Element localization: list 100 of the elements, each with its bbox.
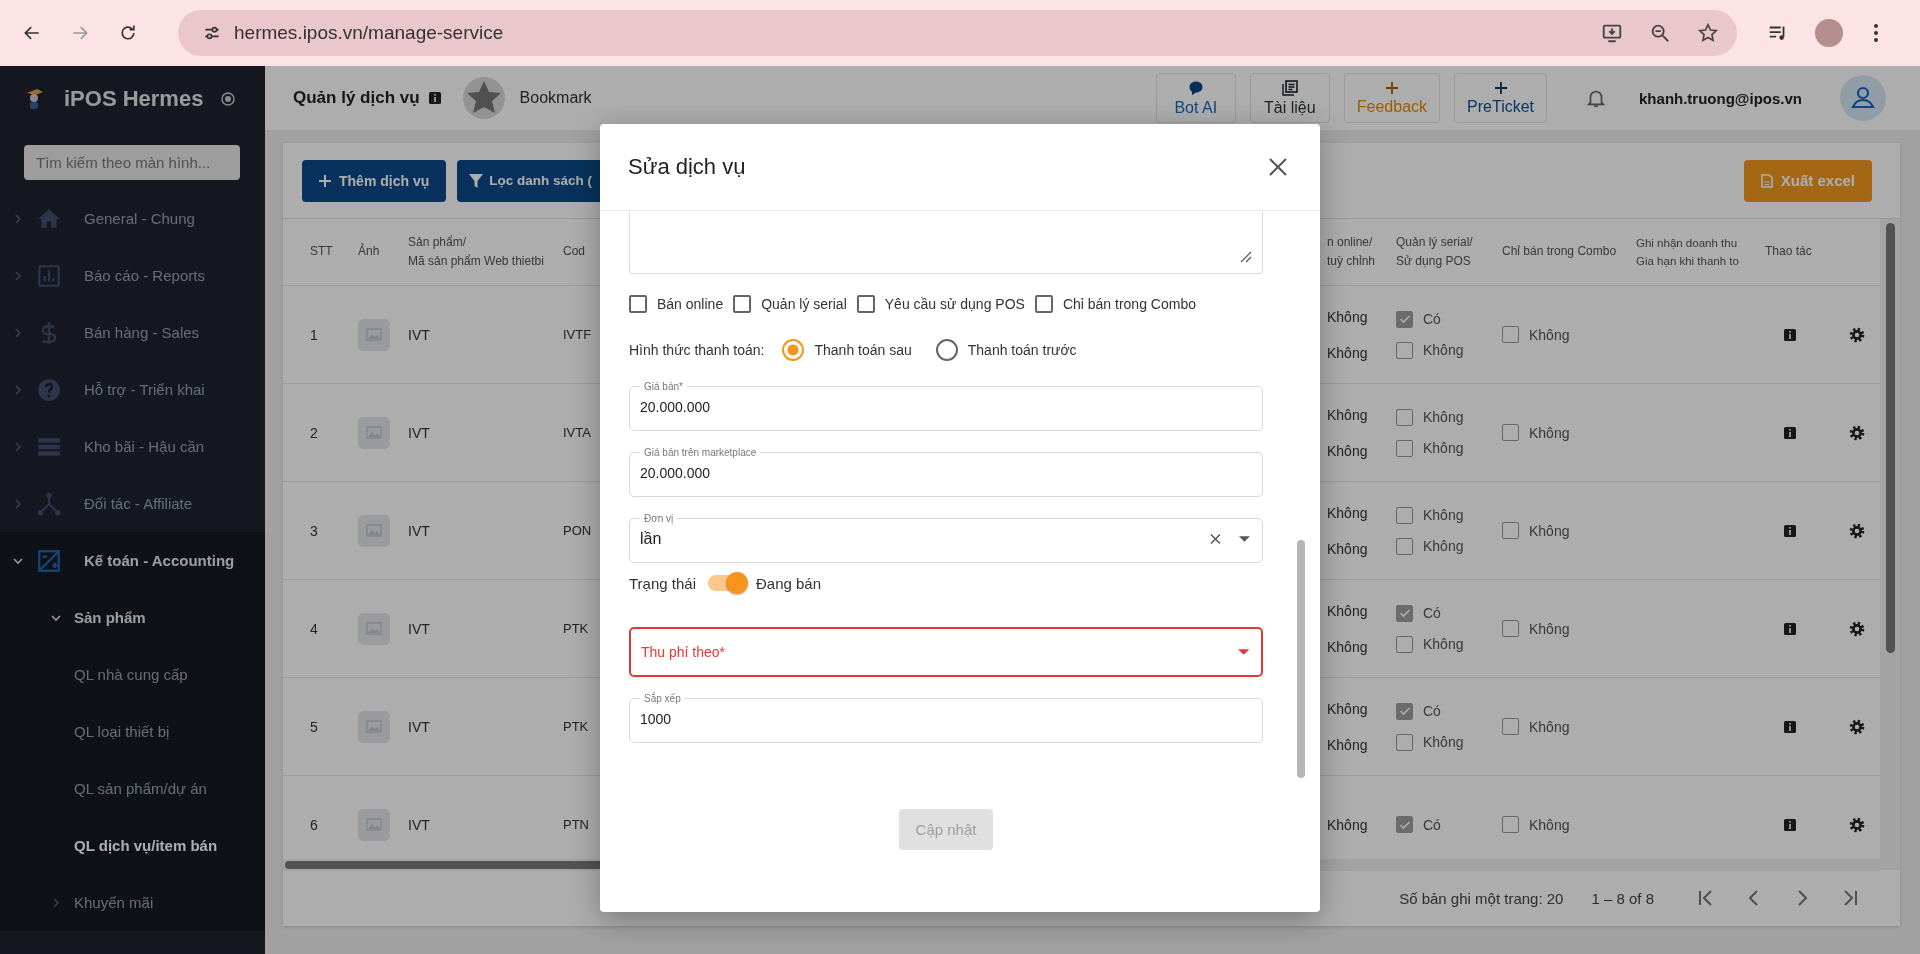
sidebar-item[interactable]: General - Chung bbox=[0, 190, 265, 247]
sidebar-item[interactable]: Hỗ trợ - Triển khai bbox=[0, 361, 265, 418]
table-cell-text: Không bbox=[1327, 504, 1369, 521]
select-field[interactable]: Thu phí theo* bbox=[629, 627, 1263, 677]
checkbox[interactable]: Chỉ bán trong Combo bbox=[1034, 295, 1196, 313]
checkbox[interactable]: Không bbox=[1502, 718, 1620, 735]
add-service-button[interactable]: Thêm dịch vụ bbox=[302, 159, 447, 202]
settings-icon[interactable] bbox=[1849, 718, 1865, 735]
checkbox[interactable]: Quản lý serial bbox=[733, 295, 847, 313]
info-icon[interactable] bbox=[1783, 817, 1797, 832]
clear-icon[interactable] bbox=[1210, 533, 1222, 545]
radio-option[interactable]: Thanh toán trước bbox=[935, 339, 1077, 361]
toolbar-button[interactable]: Tài liệu bbox=[1249, 73, 1330, 123]
sidebar-item[interactable]: QL loại thiết bị bbox=[0, 703, 265, 760]
sidebar-item[interactable]: Kho bãi - Hậu cần bbox=[0, 418, 265, 475]
image-placeholder-icon bbox=[358, 416, 390, 449]
field-input[interactable]: lần bbox=[640, 524, 1193, 554]
sidebar-item[interactable]: QL dịch vụ/item bán bbox=[0, 817, 265, 874]
user-avatar[interactable] bbox=[1840, 75, 1886, 121]
settings-icon[interactable] bbox=[1849, 620, 1865, 637]
checkbox[interactable]: Yêu cầu sử dụng POS bbox=[856, 295, 1025, 313]
settings-icon[interactable] bbox=[1849, 424, 1865, 441]
checkbox[interactable]: Không bbox=[1396, 506, 1500, 524]
radio-option[interactable]: Thanh toán sau bbox=[782, 339, 912, 361]
checkbox[interactable]: Không bbox=[1396, 733, 1500, 751]
settings-icon[interactable] bbox=[1849, 816, 1865, 833]
rows-per-page[interactable]: Số bản ghi một trang: 20 bbox=[1399, 889, 1564, 907]
toolbar-button[interactable]: PreTicket bbox=[1454, 73, 1548, 123]
info-icon[interactable] bbox=[1783, 621, 1797, 636]
toolbar-button[interactable]: Bot AI bbox=[1155, 73, 1236, 123]
resize-handle-icon[interactable] bbox=[1240, 251, 1252, 263]
sidebar-item[interactable]: QL sản phẩm/dự án bbox=[0, 760, 265, 817]
caret-icon[interactable] bbox=[1239, 535, 1250, 543]
table-cell-text: Không bbox=[1327, 736, 1369, 753]
menu-icon[interactable] bbox=[1873, 23, 1879, 43]
table-cell-text: Không bbox=[1327, 442, 1369, 459]
info-icon[interactable] bbox=[427, 91, 442, 105]
table-cell-text: Không bbox=[1327, 344, 1369, 361]
sidebar-item[interactable]: Báo cáo - Reports bbox=[0, 247, 265, 304]
settings-icon[interactable] bbox=[1849, 522, 1865, 539]
star-icon[interactable] bbox=[1697, 22, 1719, 44]
field-input[interactable]: 20.000.000 bbox=[640, 458, 1250, 488]
checkbox[interactable]: Không bbox=[1502, 522, 1620, 539]
target-icon[interactable] bbox=[221, 92, 236, 106]
field-label: Giá bán trên marketplace bbox=[643, 447, 758, 458]
sidebar-item[interactable]: Khuyến mãi bbox=[0, 874, 265, 931]
close-icon[interactable] bbox=[1269, 158, 1287, 176]
install-icon[interactable] bbox=[1601, 22, 1623, 44]
table-cell-text: IVT bbox=[407, 718, 431, 735]
text-field[interactable]: Sắp xếp 1000 bbox=[629, 693, 1263, 743]
checkbox[interactable]: Không bbox=[1502, 326, 1620, 343]
checkbox[interactable]: Có bbox=[1396, 604, 1500, 622]
info-icon[interactable] bbox=[1783, 425, 1797, 440]
reload-icon[interactable] bbox=[118, 23, 138, 43]
checkbox[interactable]: Không bbox=[1396, 635, 1500, 653]
field-input[interactable]: Thu phí theo* bbox=[641, 637, 1220, 667]
sidebar-item[interactable]: Đối tác - Affiliate bbox=[0, 475, 265, 532]
table-cell-text: IVTF bbox=[563, 327, 593, 342]
checkbox[interactable]: Không bbox=[1502, 620, 1620, 637]
sidebar-item[interactable]: Sản phẩm bbox=[0, 589, 265, 646]
checkbox[interactable]: Có bbox=[1396, 310, 1500, 328]
info-icon[interactable] bbox=[1783, 523, 1797, 538]
zoom-icon[interactable] bbox=[1649, 22, 1671, 44]
address-bar[interactable]: hermes.ipos.vn/manage-service bbox=[178, 10, 1737, 56]
text-field[interactable]: Giá bán* 20.000.000 bbox=[629, 381, 1263, 431]
checkbox[interactable]: Không bbox=[1396, 439, 1500, 457]
sidebar-item[interactable]: Kế toán - Accounting bbox=[0, 532, 265, 589]
scrollbar[interactable] bbox=[1297, 540, 1305, 778]
select-field[interactable]: Đơn vị lần bbox=[629, 513, 1263, 563]
bookmark-label[interactable]: Bookmark bbox=[519, 89, 592, 107]
table-cell-text: PTK bbox=[563, 719, 590, 734]
checkbox[interactable]: Không bbox=[1396, 537, 1500, 555]
info-icon[interactable] bbox=[1783, 327, 1797, 342]
checkbox[interactable]: Có bbox=[1396, 816, 1500, 833]
sidebar-item[interactable]: Bán hàng - Sales bbox=[0, 304, 265, 361]
settings-icon[interactable] bbox=[1849, 326, 1865, 343]
column-header: Thao tác bbox=[1764, 243, 1813, 261]
text-field[interactable]: Giá bán trên marketplace 20.000.000 bbox=[629, 447, 1263, 497]
table-cell-text: Không bbox=[1327, 406, 1369, 423]
checkbox[interactable]: Không bbox=[1396, 408, 1500, 426]
checkbox[interactable]: Không bbox=[1502, 424, 1620, 441]
info-icon[interactable] bbox=[1783, 719, 1797, 734]
star-badge-icon[interactable] bbox=[461, 76, 506, 120]
checkbox[interactable]: Có bbox=[1396, 702, 1500, 720]
table-cell-text: Không bbox=[1327, 638, 1369, 655]
user-email[interactable]: khanh.truong@ipos.vn bbox=[1639, 89, 1802, 107]
sidebar-item[interactable]: QL nhà cung cấp bbox=[0, 646, 265, 703]
checkbox[interactable]: Không bbox=[1396, 341, 1500, 359]
field-input[interactable]: 20.000.000 bbox=[640, 392, 1250, 422]
field-label: Giá bán* bbox=[643, 381, 684, 392]
column-header: n online/ tuỳ chỉnh bbox=[1326, 233, 1377, 270]
file-icon bbox=[1760, 173, 1773, 188]
caret-icon[interactable] bbox=[1237, 648, 1249, 656]
table-cell-text: IVT bbox=[407, 424, 431, 441]
field-input[interactable]: 1000 bbox=[640, 704, 1250, 734]
search-field[interactable]: Tìm kiếm theo màn hình... bbox=[24, 145, 240, 180]
checkbox[interactable]: Bán online bbox=[629, 295, 724, 313]
checkbox[interactable]: Không bbox=[1502, 816, 1620, 833]
vertical-scrollbar[interactable] bbox=[1880, 219, 1900, 870]
table-cell-text: 6 bbox=[309, 816, 319, 833]
